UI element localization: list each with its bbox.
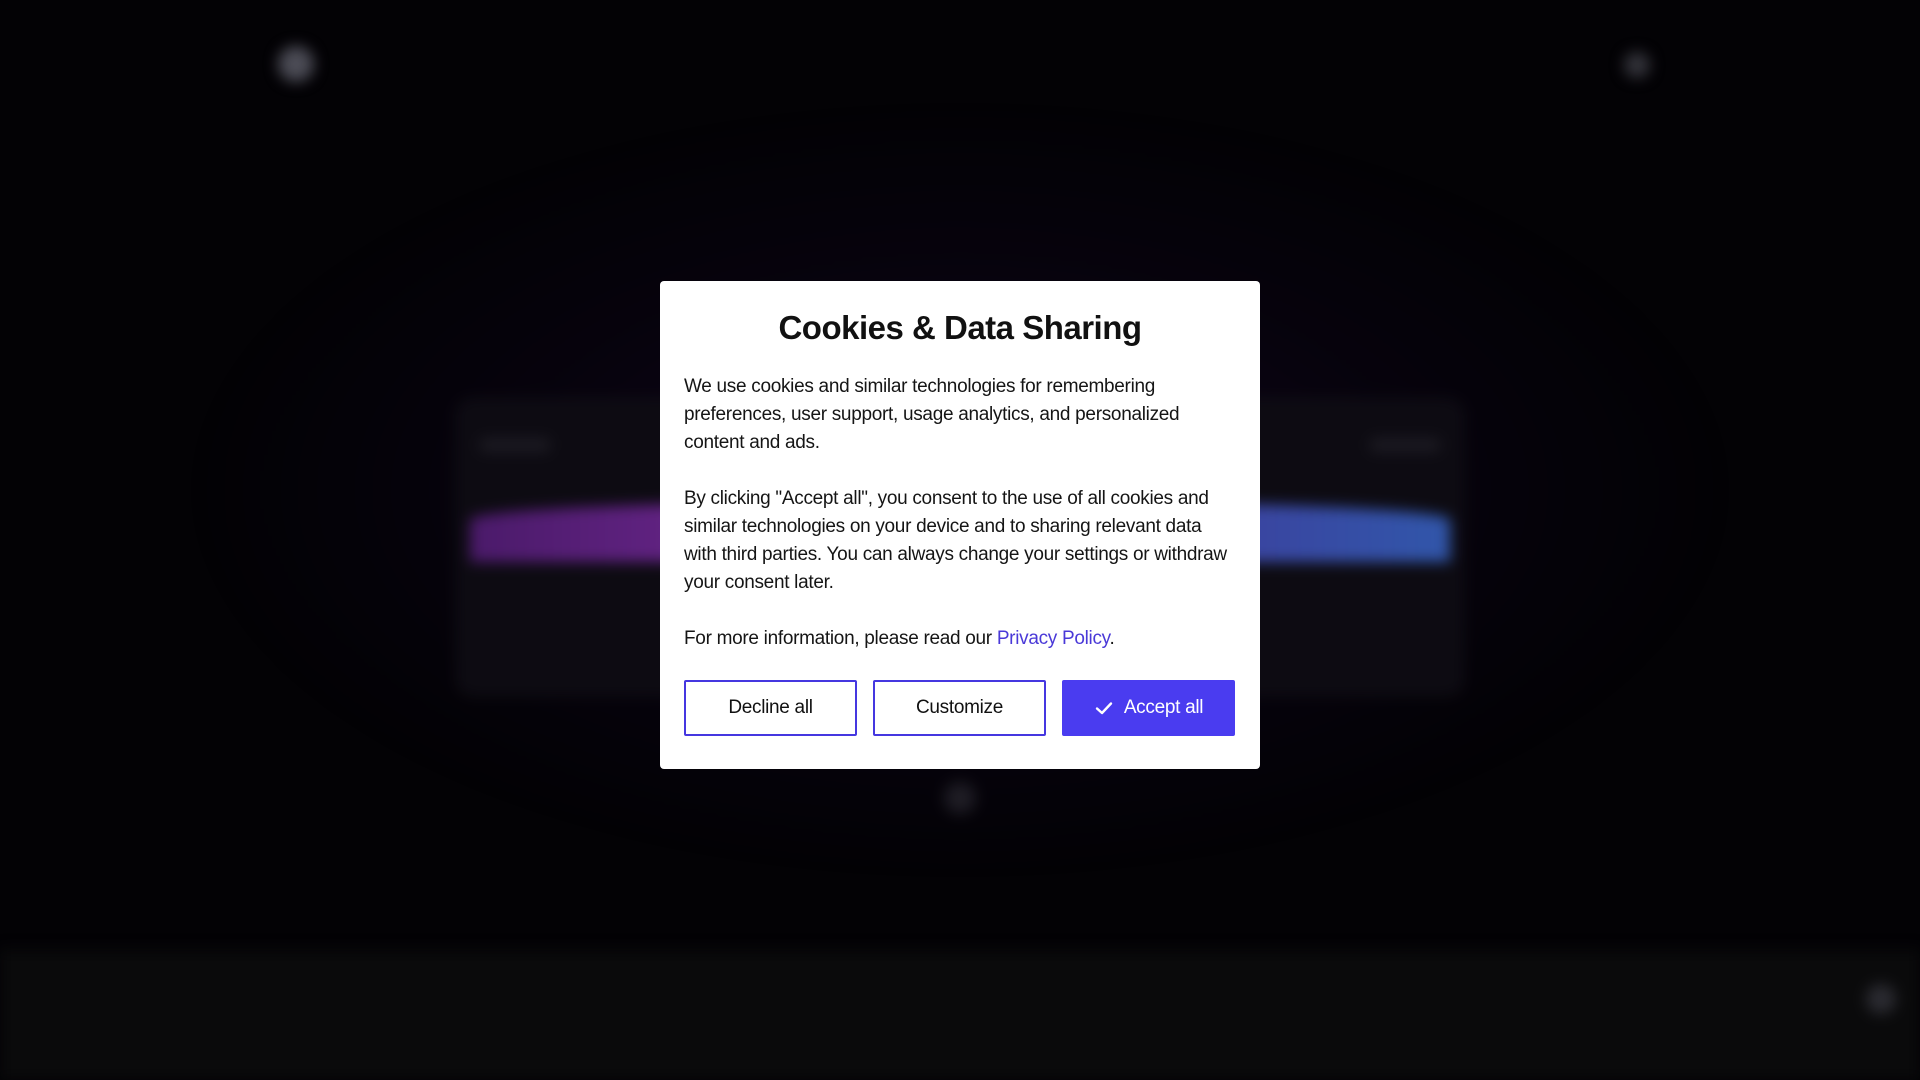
scroll-indicator-icon xyxy=(944,782,976,814)
cookie-consent-text: By clicking "Accept all", you consent to… xyxy=(684,488,1227,593)
decline-all-label: Decline all xyxy=(728,697,813,718)
accept-all-label: Accept all xyxy=(1123,697,1204,718)
modal-title: Cookies & Data Sharing xyxy=(778,309,1142,346)
privacy-info-suffix: . xyxy=(1109,628,1115,649)
cookie-intro-text: We use cookies and similar technologies … xyxy=(684,376,1180,453)
preview-card-header-left xyxy=(480,438,550,452)
site-nav xyxy=(1598,52,1650,78)
page: Cookies & Data Sharing We use cookies an… xyxy=(0,0,1920,1080)
consent-button-row: Decline all Customize Accept all xyxy=(684,680,1236,736)
logo-mark-icon xyxy=(278,46,314,82)
decline-all-button[interactable]: Decline all xyxy=(684,680,857,736)
privacy-info-text: For more information, please read our Pr… xyxy=(684,625,1236,653)
customize-button[interactable]: Customize xyxy=(873,680,1046,736)
check-icon xyxy=(1094,698,1114,718)
accept-all-button[interactable]: Accept all xyxy=(1062,680,1235,736)
scroll-top-icon xyxy=(1866,984,1896,1014)
customize-label: Customize xyxy=(915,697,1004,718)
privacy-info-prefix: For more information, please read our xyxy=(684,628,997,649)
site-logo xyxy=(278,46,328,82)
footer-section xyxy=(0,950,1920,1080)
cookie-consent-modal: Cookies & Data Sharing We use cookies an… xyxy=(660,281,1260,769)
nav-menu-icon xyxy=(1624,52,1650,78)
privacy-policy-link[interactable]: Privacy Policy xyxy=(997,628,1110,649)
preview-card-header-right xyxy=(1370,438,1440,452)
